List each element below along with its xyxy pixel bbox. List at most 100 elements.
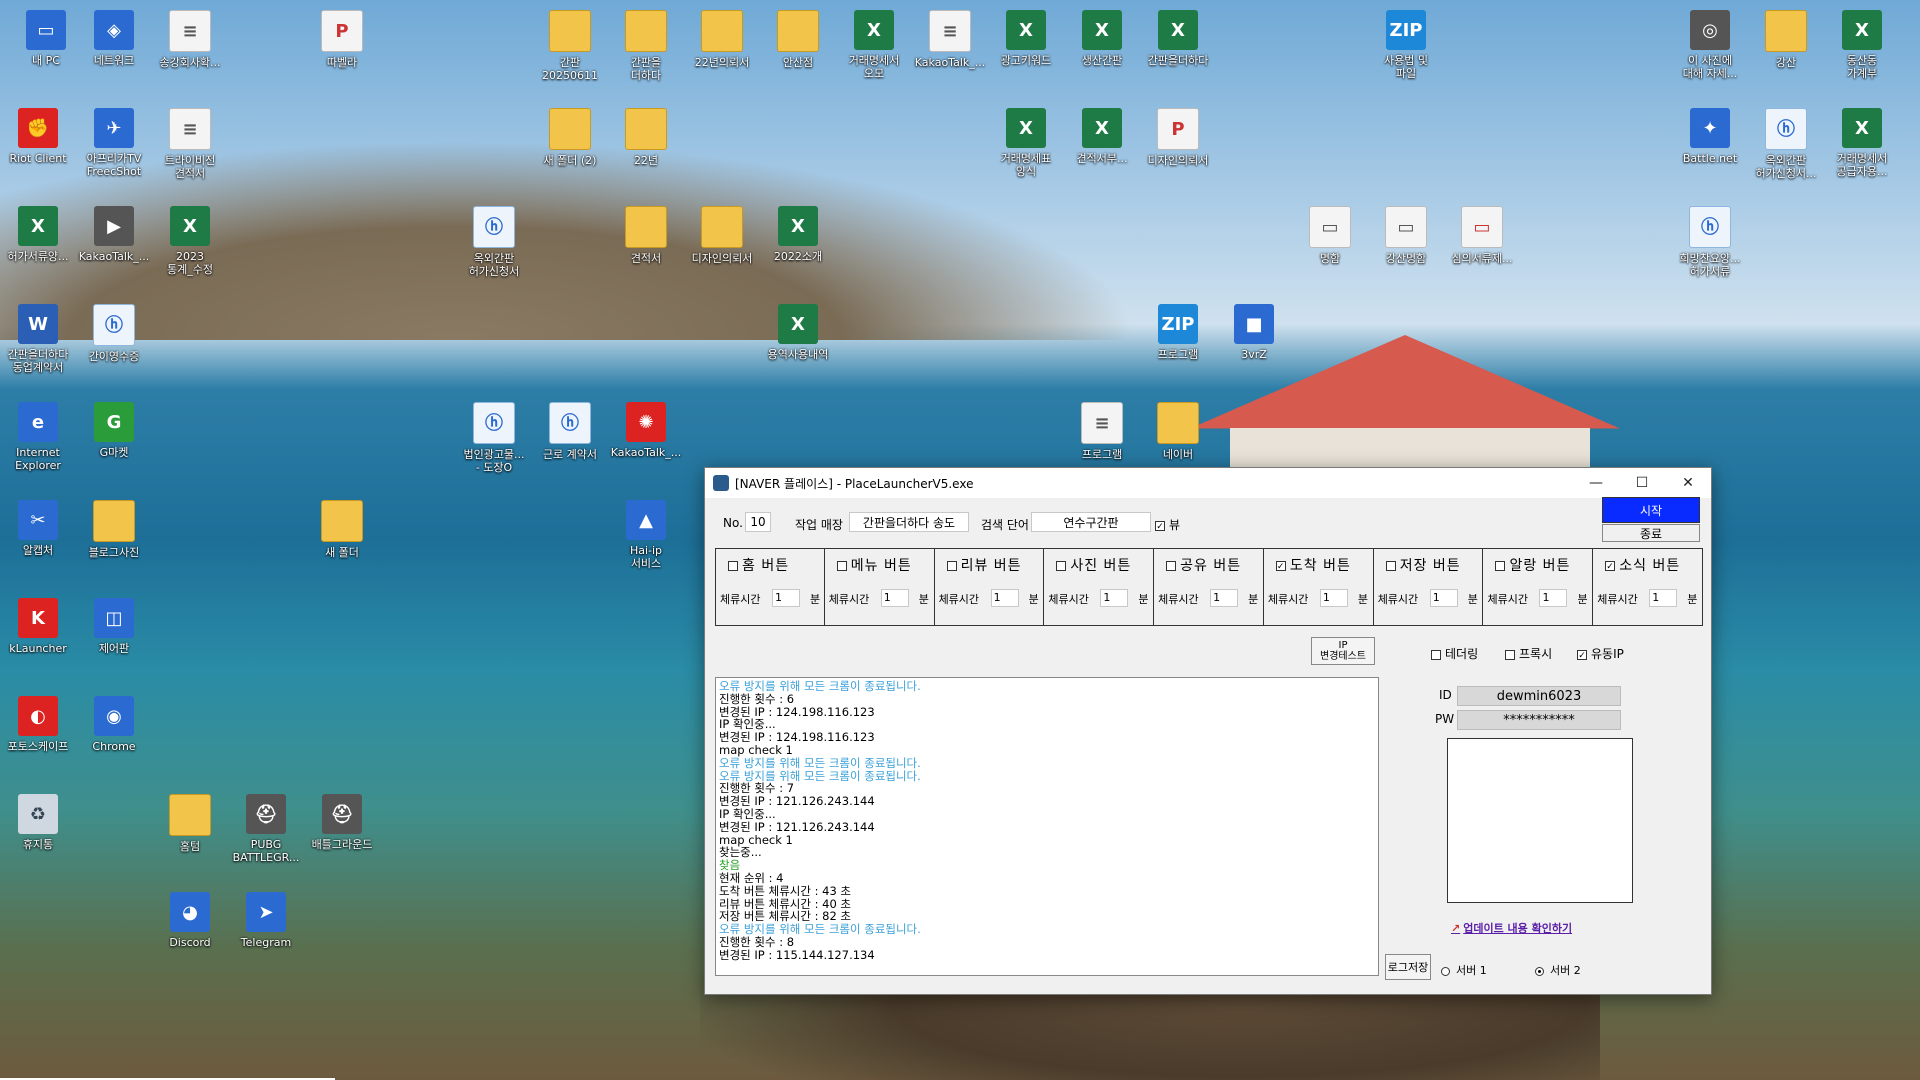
desktop-icon[interactable]: 홈텀 <box>146 794 234 853</box>
desktop-icon[interactable]: 강산 <box>1742 10 1830 69</box>
desktop-icon[interactable]: ⛑ 배틀그라운드 <box>298 794 386 851</box>
dwell-input[interactable]: 1 <box>1210 589 1239 607</box>
desktop-icon[interactable]: G G마켓 <box>70 402 158 459</box>
desktop-icon[interactable]: 네이버 <box>1134 402 1222 461</box>
panel-checkbox[interactable]: ✓ <box>1275 561 1286 572</box>
desktop-icon[interactable]: X 용역사용내역 <box>754 304 842 361</box>
server-radio-1[interactable]: 서버 1 <box>1441 962 1487 978</box>
option-0[interactable]: 테더링 <box>1431 645 1478 662</box>
desktop-icon[interactable]: ⓗ 간이영수증 <box>70 304 158 363</box>
log-save-button[interactable]: 로그저장 <box>1385 954 1431 980</box>
pw-field[interactable]: *********** <box>1457 710 1621 730</box>
search-input[interactable]: 연수구간판 <box>1031 512 1151 532</box>
start-button[interactable]: 시작 <box>1602 497 1700 523</box>
desktop-icon[interactable]: X 간판을더하다 <box>1134 10 1222 67</box>
panel-checkbox[interactable] <box>1495 561 1506 571</box>
update-link[interactable]: ↗ 업데이트 내용 확인하기 <box>1451 920 1572 936</box>
dwell-input[interactable]: 1 <box>1100 589 1129 607</box>
dwell-input[interactable]: 1 <box>1649 589 1678 607</box>
desktop-icon[interactable]: P 따벨라 <box>298 10 386 69</box>
view-option[interactable]: ✓ 뷰 <box>1155 516 1180 533</box>
panel-title[interactable]: 리뷰 버튼 <box>946 555 1022 575</box>
option-2[interactable]: ✓ 유동IP <box>1577 645 1624 662</box>
desktop-icon[interactable]: ≡ 송강회사확... <box>146 10 234 69</box>
desktop-icon[interactable]: ▭ 심의서류제... <box>1438 206 1526 265</box>
desktop-icon[interactable]: X 견적서부... <box>1058 108 1146 165</box>
panel-checkbox[interactable] <box>728 561 738 571</box>
desktop-icon[interactable]: ⛑ PUBG BATTLEGR... <box>222 794 310 864</box>
panel-title[interactable]: 공유 버튼 <box>1166 555 1241 575</box>
desktop-icon[interactable]: 블로그사진 <box>70 500 158 559</box>
desktop-icon[interactable]: ♻ 휴지통 <box>0 794 82 851</box>
desktop-icon[interactable]: 견적서 <box>602 206 690 265</box>
minimize-button[interactable]: — <box>1573 468 1619 498</box>
desktop-icon[interactable]: 22년의뢰서 <box>678 10 766 69</box>
radio-icon[interactable] <box>1535 966 1544 976</box>
view-checkbox[interactable]: ✓ <box>1155 520 1165 532</box>
desktop-icon[interactable]: ≡ 트라이비전 견적서 <box>146 108 234 180</box>
desktop-icon[interactable]: ◉ Chrome <box>70 696 158 753</box>
desktop-icon[interactable]: ▭ 강산명함 <box>1362 206 1450 265</box>
desktop-icon[interactable]: ■ 3vrZ <box>1210 304 1298 361</box>
desktop-icon[interactable]: X 2022소개 <box>754 206 842 263</box>
desktop-icon[interactable]: X 광고키워드 <box>982 10 1070 67</box>
desktop-icon[interactable]: X 생산간판 <box>1058 10 1146 67</box>
desktop-icon[interactable]: ZIP 사용법 및 파일 <box>1362 10 1450 80</box>
radio-icon[interactable] <box>1441 966 1450 976</box>
desktop-icon[interactable]: ◕ Discord <box>146 892 234 949</box>
desktop-icon[interactable]: ▭ 명함 <box>1286 206 1374 265</box>
id-field[interactable]: dewmin6023 <box>1457 686 1621 706</box>
desktop-icon[interactable]: ≡ 프로그램 <box>1058 402 1146 461</box>
desktop-icon[interactable]: ✺ KakaoTalk_... <box>602 402 690 459</box>
maximize-button[interactable]: ☐ <box>1619 468 1665 498</box>
panel-checkbox[interactable] <box>946 561 957 571</box>
panel-checkbox[interactable] <box>1166 561 1177 571</box>
dwell-input[interactable]: 1 <box>1319 589 1348 607</box>
desktop-icon[interactable]: X 거래명세서 오모 <box>830 10 918 80</box>
desktop-icon[interactable]: 22년 <box>602 108 690 167</box>
desktop-icon[interactable]: ⓗ 법인광고물... - 도장O <box>450 402 538 474</box>
desktop-icon[interactable]: ◫ 제어판 <box>70 598 158 655</box>
store-input[interactable]: 간판을더하다 송도 <box>849 512 969 532</box>
server-radio-2[interactable]: 서버 2 <box>1535 962 1581 978</box>
panel-checkbox[interactable] <box>836 561 847 571</box>
panel-title[interactable]: 알랑 버튼 <box>1495 555 1570 575</box>
desktop-icon[interactable]: ◎ 이 사진에 대해 자세... <box>1666 10 1754 80</box>
option-checkbox[interactable] <box>1505 649 1515 660</box>
dwell-input[interactable]: 1 <box>772 589 800 607</box>
desktop-icon[interactable]: 새 폴더 (2) <box>526 108 614 167</box>
title-bar[interactable]: [NAVER 플레이스] - PlaceLauncherV5.exe — ☐ ✕ <box>705 468 1711 498</box>
desktop-icon[interactable]: 디자인의뢰서 <box>678 206 766 265</box>
desktop-icon[interactable]: ⓗ 옥외간판 허가신청서 <box>450 206 538 278</box>
desktop-icon[interactable]: 새 폴더 <box>298 500 386 559</box>
desktop-icon[interactable]: ≡ KakaoTalk_... <box>906 10 994 69</box>
dwell-input[interactable]: 1 <box>880 589 909 607</box>
desktop-icon[interactable]: P 디자인의뢰서 <box>1134 108 1222 167</box>
desktop-icon[interactable]: X 거래명세표 양식 <box>982 108 1070 178</box>
desktop-icon[interactable]: ✈ 아프리카TV FreecShot <box>70 108 158 178</box>
desktop-icon[interactable]: ⓗ 근로 계약서 <box>526 402 614 461</box>
option-1[interactable]: 프록시 <box>1505 645 1552 662</box>
stop-button[interactable]: 종료 <box>1602 524 1700 542</box>
panel-checkbox[interactable] <box>1056 561 1067 571</box>
no-input[interactable]: 10 <box>745 512 771 532</box>
dwell-input[interactable]: 1 <box>1429 589 1458 607</box>
panel-title[interactable]: 사진 버튼 <box>1056 555 1131 575</box>
desktop-icon[interactable]: X 동산동 가계부 <box>1818 10 1906 80</box>
option-checkbox[interactable]: ✓ <box>1577 649 1587 661</box>
desktop-icon[interactable]: X 2023 통계_수정 <box>146 206 234 276</box>
desktop-icon[interactable]: ➤ Telegram <box>222 892 310 949</box>
panel-title[interactable]: ✓ 소식 버튼 <box>1605 555 1680 575</box>
desktop-icon[interactable]: 간판을 더하다 <box>602 10 690 82</box>
desktop-icon[interactable]: ⓗ 희망찬요양... 허가서류 <box>1666 206 1754 278</box>
panel-title[interactable]: 저장 버튼 <box>1385 555 1461 575</box>
desktop-icon[interactable]: ▶ KakaoTalk_... <box>70 206 158 263</box>
option-checkbox[interactable] <box>1431 649 1441 660</box>
desktop-icon[interactable]: ◈ 네트워크 <box>70 10 158 67</box>
desktop-icon[interactable]: 간판 20250611 <box>526 10 614 82</box>
panel-checkbox[interactable] <box>1385 561 1396 571</box>
log-output[interactable]: 오류 방지를 위해 모든 크롬이 종료됩니다. 진행한 횟수 : 6 변경된 IP … <box>715 677 1379 976</box>
ip-change-test-button[interactable]: IP 변경테스트 <box>1311 637 1375 665</box>
desktop-icon[interactable]: X 거래명세서 공급자용... <box>1818 108 1906 178</box>
desktop-icon[interactable]: ⓗ 옥외간판 허가신청서... <box>1742 108 1830 180</box>
